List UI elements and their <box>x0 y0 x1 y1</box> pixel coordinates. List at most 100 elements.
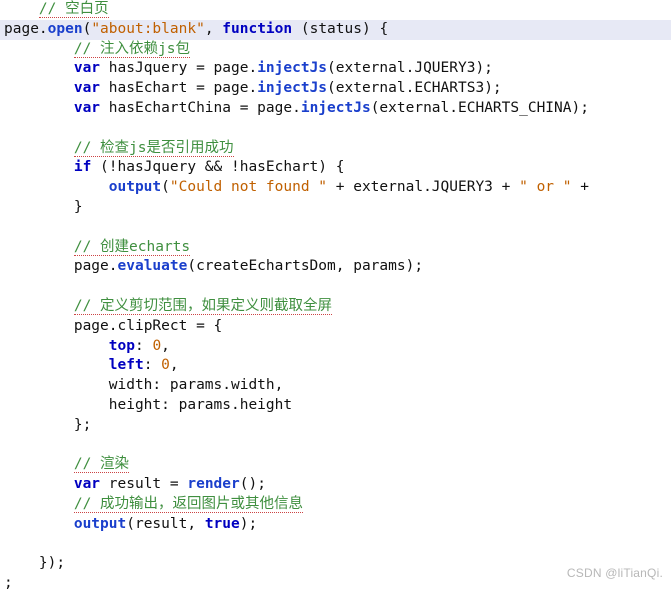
code-token: : <box>143 357 162 374</box>
code-token: , <box>161 337 170 354</box>
code-token: " or " <box>519 179 572 196</box>
code-token: // 成功输出，返回图片或其他信息 <box>73 495 304 513</box>
code-token: . <box>108 317 118 334</box>
code-line: } <box>0 198 671 218</box>
code-token: ); <box>571 99 589 116</box>
code-token: // 创建echarts <box>73 238 191 256</box>
code-token: // 定义剪切范围，如果定义则截取全屏 <box>73 297 333 315</box>
code-token: // 空白页 <box>38 1 109 18</box>
code-token: }; <box>73 416 92 433</box>
code-token: = { <box>187 317 223 334</box>
code-token: : <box>134 337 153 354</box>
code-token: , <box>169 357 179 374</box>
code-token: . <box>248 60 258 77</box>
code-token: hasEchartChina = page <box>100 99 293 116</box>
code-token: }); <box>38 555 66 572</box>
code-block: // 空白页 page.open("about:blank", function … <box>0 0 671 594</box>
code-token: . <box>248 80 258 97</box>
code-token: JQUERY3 + <box>431 179 520 196</box>
code-token: (createEchartsDom, params); <box>187 258 424 275</box>
code-token: (); <box>239 476 266 493</box>
code-line: // 检查js是否引用成功 <box>0 139 671 159</box>
code-token: open <box>47 20 83 37</box>
code-token: injectJs <box>257 60 328 77</box>
code-token: ( <box>292 20 310 37</box>
code-token: 0 <box>161 357 170 374</box>
code-token: ECHARTS3 <box>414 80 485 97</box>
code-token: page <box>4 20 39 37</box>
code-line: if (!hasJquery && !hasEchart) { <box>0 158 671 178</box>
code-token: render <box>187 476 240 493</box>
code-token: ) { <box>361 20 389 37</box>
code-line: // 成功输出，返回图片或其他信息 <box>0 495 671 515</box>
code-token: clipRect <box>117 317 188 334</box>
code-token: result = <box>100 476 188 493</box>
code-token: page <box>73 258 109 275</box>
code-token: // 注入依赖js包 <box>73 40 190 58</box>
watermark-text: CSDN @liTianQi. <box>566 566 663 580</box>
code-token: injectJs <box>300 99 371 116</box>
code-line: output("Could not found " + external.JQU… <box>0 178 671 198</box>
code-line: var hasEchartChina = page.injectJs(exter… <box>0 99 671 119</box>
code-line: width: params.width, <box>0 376 671 396</box>
code-token: var <box>73 60 101 77</box>
code-line: var hasJquery = page.injectJs(external.J… <box>0 59 671 79</box>
code-line: // 注入依赖js包 <box>0 40 671 60</box>
code-line: var result = render(); <box>0 475 671 495</box>
code-line: // 定义剪切范围，如果定义则截取全屏 <box>0 297 671 317</box>
code-token: if <box>73 159 92 176</box>
code-token: . <box>423 179 432 196</box>
code-token: (external <box>370 99 450 116</box>
code-token: JQUERY3 <box>414 60 476 77</box>
code-token: ECHARTS_CHINA <box>458 99 572 116</box>
code-token: left <box>108 357 144 374</box>
code-token: ( <box>82 20 92 37</box>
code-line: // 空白页 <box>0 0 671 20</box>
code-token: . <box>108 258 118 275</box>
code-token: hasEchart = page <box>100 80 249 97</box>
code-line: // 渲染 <box>0 455 671 475</box>
code-token: (!hasJquery && !hasEchart) { <box>91 159 345 176</box>
code-token: 0 <box>152 337 162 354</box>
code-token: , <box>204 20 223 37</box>
code-line: page.open("about:blank", function (statu… <box>0 19 671 40</box>
code-line: page.evaluate(createEchartsDom, params); <box>0 257 671 277</box>
code-token: ); <box>239 515 258 532</box>
code-token: output <box>73 515 127 532</box>
code-token: . <box>38 20 48 37</box>
code-token: (external <box>327 80 406 97</box>
code-line: var hasEchart = page.injectJs(external.E… <box>0 79 671 99</box>
code-token: ( <box>161 179 170 196</box>
code-token: . <box>292 99 301 116</box>
code-token: output <box>108 179 162 196</box>
code-token: + external <box>327 179 424 196</box>
code-token: // 渲染 <box>73 456 130 474</box>
code-token: } <box>73 198 83 215</box>
code-token: height: params.height <box>108 396 293 413</box>
code-token: hasJquery = page <box>100 60 249 77</box>
code-token: status <box>309 20 362 37</box>
code-token: function <box>222 20 293 37</box>
code-line: page.clipRect = { <box>0 317 671 337</box>
code-token: (result, <box>126 515 205 532</box>
code-token: "about:blank" <box>91 20 205 37</box>
code-token: var <box>73 80 101 97</box>
code-line: output(result, true); <box>0 515 671 535</box>
code-token: + <box>571 179 589 196</box>
code-token: injectJs <box>257 80 328 97</box>
code-token: var <box>73 476 101 493</box>
code-line: top: 0, <box>0 337 671 357</box>
code-token: // 检查js是否引用成功 <box>73 139 234 157</box>
code-token: var <box>73 99 101 116</box>
code-token: ); <box>475 60 493 77</box>
code-line: // 创建echarts <box>0 238 671 258</box>
code-line: left: 0, <box>0 356 671 376</box>
code-token: ); <box>484 80 502 97</box>
code-token: (external <box>327 60 406 77</box>
code-token: ; <box>4 575 13 592</box>
code-token: width: params.width, <box>108 377 284 394</box>
